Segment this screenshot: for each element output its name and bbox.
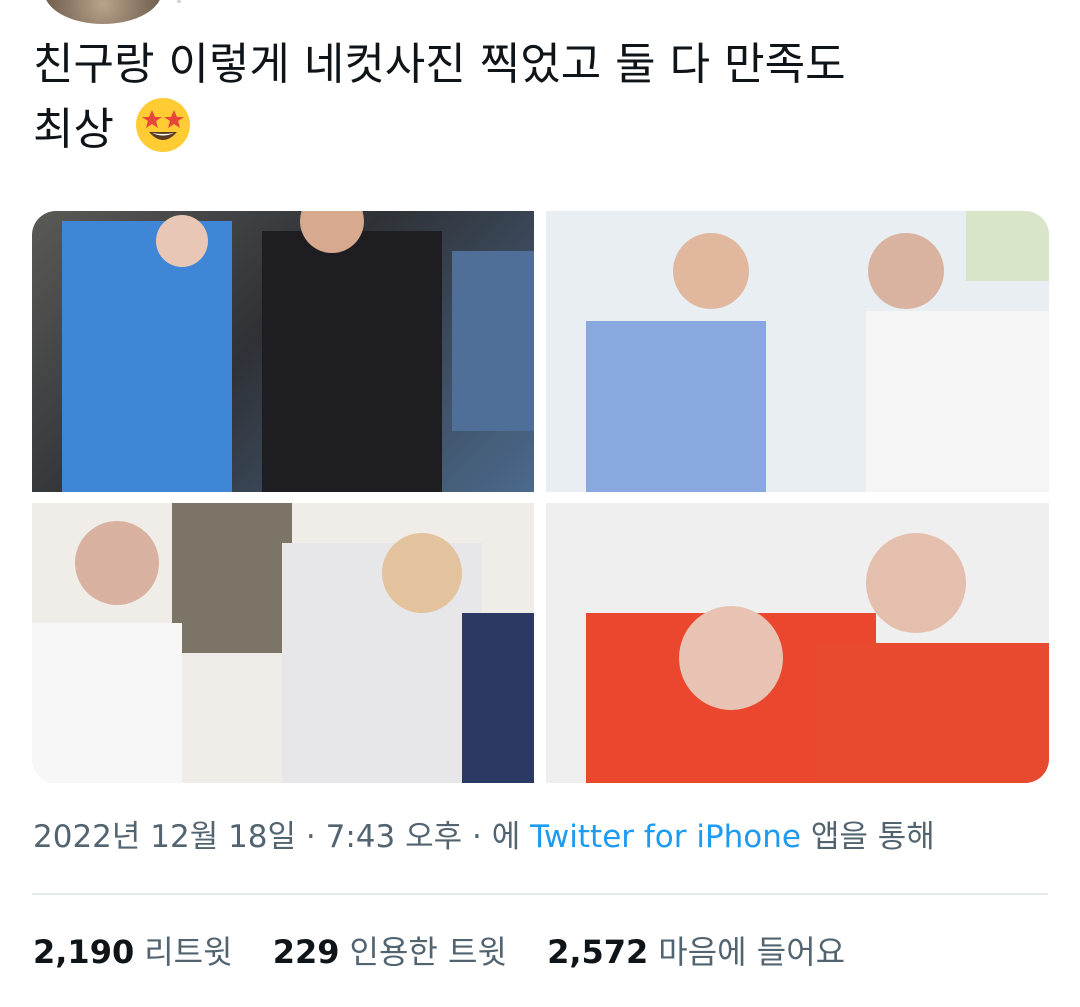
like-count[interactable]: 2,572: [547, 933, 648, 971]
tweet-text-line-1: 친구랑 이렇게 네컷사진 찍었고 둘 다 만족도: [33, 39, 846, 90]
retweet-count[interactable]: 2,190: [33, 933, 134, 971]
photo-grid: [32, 211, 1049, 783]
meta-separator: ·: [472, 819, 482, 855]
source-link[interactable]: Twitter for iPhone: [530, 819, 801, 855]
tweet-photo-1[interactable]: [32, 211, 534, 492]
tweet-meta: 2022년 12월 18일 · 7:43 오후 · 에 Twitter for …: [33, 815, 935, 859]
quote-count[interactable]: 229: [273, 933, 340, 971]
source-prefix: 에: [491, 819, 521, 855]
tweet-stats: 2,190 리트윗 229 인용한 트윗 2,572 마음에 들어요: [33, 930, 875, 974]
tweet-photo-2[interactable]: [546, 211, 1049, 492]
tweet-text: 친구랑 이렇게 네컷사진 찍었고 둘 다 만족도 최상: [33, 34, 1033, 161]
divider: [32, 893, 1048, 895]
source-suffix: 앱을 통해: [810, 819, 935, 855]
tweet-photo-4[interactable]: [546, 503, 1049, 783]
header-dot: [177, 0, 181, 3]
like-label[interactable]: 마음에 들어요: [658, 933, 845, 971]
author-avatar[interactable]: [44, 0, 162, 24]
tweet-date[interactable]: 2022년 12월 18일: [33, 819, 296, 855]
tweet-photo-3[interactable]: [32, 503, 534, 783]
quote-label[interactable]: 인용한 트윗: [350, 933, 507, 971]
tweet-time[interactable]: 7:43 오후: [326, 819, 463, 855]
meta-separator: ·: [305, 819, 316, 855]
tweet-text-line-2: 최상: [33, 104, 114, 155]
star-struck-emoji-icon: [134, 96, 192, 154]
retweet-label[interactable]: 리트윗: [144, 933, 232, 971]
